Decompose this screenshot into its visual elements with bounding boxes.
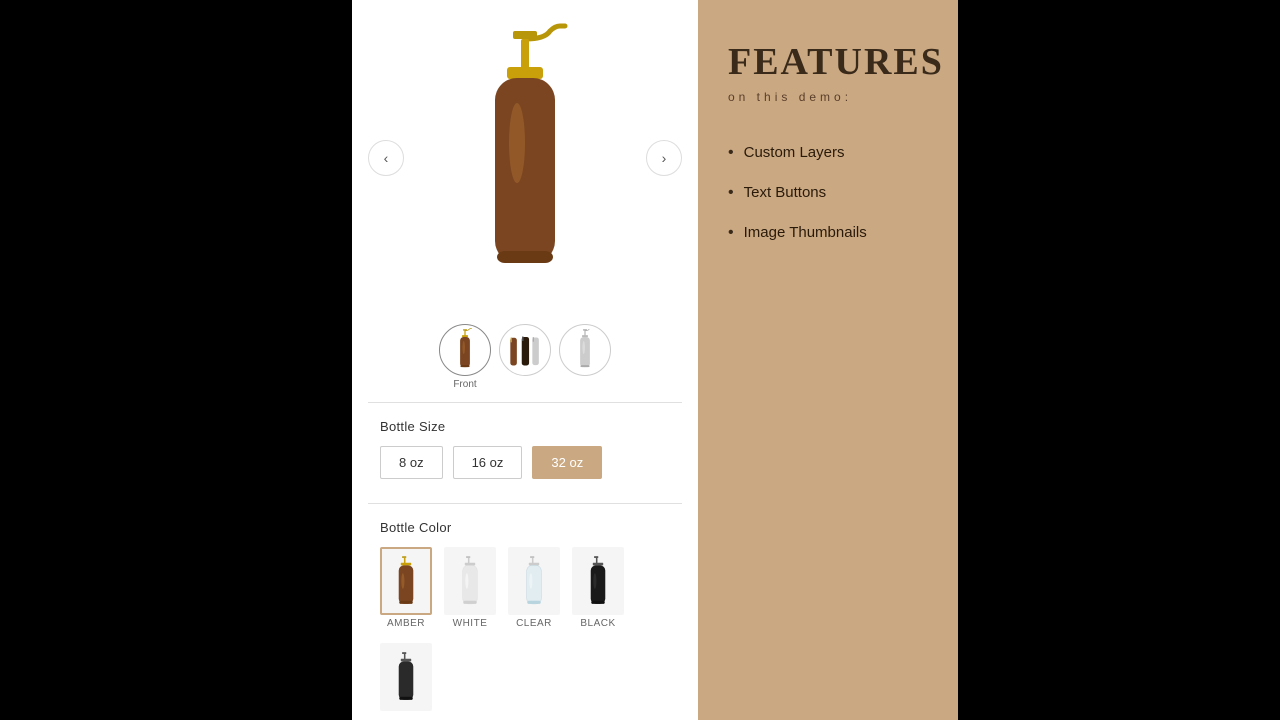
size-16oz-button[interactable]: 16 oz	[453, 446, 523, 479]
swatch-box-amber[interactable]	[380, 547, 432, 615]
swatch-box-bottom-black[interactable]	[380, 643, 432, 711]
features-title: FEATURES	[728, 40, 928, 84]
feature-text-custom-layers: Custom Layers	[744, 144, 845, 161]
bottom-swatch-row	[352, 637, 698, 720]
bottle-svg	[445, 23, 605, 293]
bottle-size-section: Bottle Size 8 oz 16 oz 32 oz	[352, 411, 698, 495]
feature-bullet-3: •	[728, 224, 734, 242]
features-panel: FEATURES on this demo: • Custom Layers •…	[698, 0, 958, 720]
color-swatch-bottom-black[interactable]	[380, 643, 432, 714]
thumb-circle-front[interactable]	[439, 324, 491, 376]
product-image	[445, 23, 605, 293]
feature-item-text-buttons: • Text Buttons	[728, 184, 928, 202]
main-content: ‹	[352, 0, 958, 720]
swatch-white-bottle-icon	[456, 555, 484, 607]
feature-text-image-thumbnails: Image Thumbnails	[744, 224, 867, 241]
swatch-black-bottle-icon	[584, 555, 612, 607]
feature-bullet-1: •	[728, 144, 734, 162]
size-8oz-button[interactable]: 8 oz	[380, 446, 443, 479]
right-black-panel	[958, 0, 1280, 720]
thumb-bottle-group-icon	[507, 328, 543, 372]
thumb-bottle-light-icon	[570, 328, 600, 372]
swatch-box-clear[interactable]	[508, 547, 560, 615]
swatch-amber-bottle-icon	[392, 555, 420, 607]
swatch-box-white[interactable]	[444, 547, 496, 615]
feature-bullet-2: •	[728, 184, 734, 202]
thumb-bottle-front-icon	[450, 328, 480, 372]
swatch-box-black[interactable]	[572, 547, 624, 615]
color-swatches-row: AMBER WHITE	[380, 547, 670, 629]
size-divider	[368, 402, 682, 403]
left-black-panel	[0, 0, 352, 720]
thumb-circle-light[interactable]	[559, 324, 611, 376]
swatch-label-black: BLACK	[580, 618, 615, 629]
swatch-bottom-black-bottle-icon	[392, 651, 420, 703]
feature-item-image-thumbnails: • Image Thumbnails	[728, 224, 928, 242]
color-swatch-clear[interactable]: CLEAR	[508, 547, 560, 629]
swatch-label-amber: AMBER	[387, 618, 425, 629]
feature-item-custom-layers: • Custom Layers	[728, 144, 928, 162]
thumbnail-light[interactable]	[559, 324, 611, 390]
bottle-color-section: Bottle Color AMBER	[352, 512, 698, 637]
feature-text-text-buttons: Text Buttons	[744, 184, 827, 201]
bottle-size-title: Bottle Size	[380, 419, 670, 434]
color-swatch-white[interactable]: WHITE	[444, 547, 496, 629]
swatch-label-white: WHITE	[453, 618, 488, 629]
color-divider	[368, 503, 682, 504]
bottle-color-title: Bottle Color	[380, 520, 670, 535]
thumbnails-row: Front	[352, 316, 698, 394]
color-swatch-amber[interactable]: AMBER	[380, 547, 432, 629]
right-chevron-icon: ›	[662, 150, 667, 166]
color-swatch-black[interactable]: BLACK	[572, 547, 624, 629]
features-subtitle: on this demo:	[728, 90, 928, 104]
thumbnail-front[interactable]: Front	[439, 324, 491, 390]
next-arrow-button[interactable]: ›	[646, 140, 682, 176]
product-section: ‹	[352, 0, 698, 720]
swatch-clear-bottle-icon	[520, 555, 548, 607]
thumb-circle-group[interactable]	[499, 324, 551, 376]
left-chevron-icon: ‹	[384, 150, 389, 166]
size-32oz-button[interactable]: 32 oz	[532, 446, 602, 479]
product-image-area: ‹	[352, 0, 698, 316]
size-buttons-group: 8 oz 16 oz 32 oz	[380, 446, 670, 479]
thumbnail-group[interactable]	[499, 324, 551, 390]
prev-arrow-button[interactable]: ‹	[368, 140, 404, 176]
swatch-label-clear: CLEAR	[516, 618, 552, 629]
thumb-label-front: Front	[453, 379, 476, 390]
